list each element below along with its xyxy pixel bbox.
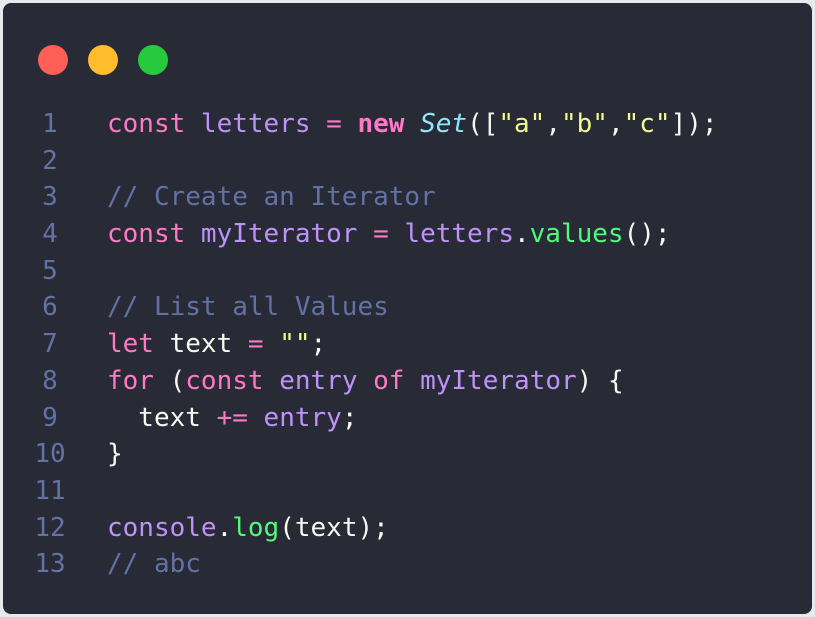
line-number: 7 bbox=[42, 329, 58, 360]
code-line: 12 console.log(text); bbox=[3, 510, 812, 547]
code-token: for bbox=[107, 365, 170, 396]
code-line: 7 let text = ""; bbox=[3, 326, 812, 363]
line-source: for (const entry of myIterator) { bbox=[107, 363, 624, 400]
maximize-dot-icon[interactable] bbox=[138, 45, 168, 75]
code-token: = bbox=[247, 329, 280, 360]
code-token: myIterator bbox=[420, 365, 577, 396]
code-line: 13 // abc bbox=[3, 546, 812, 583]
line-source: let text = ""; bbox=[107, 326, 326, 363]
code-line: 4 const myIterator = letters.values(); bbox=[3, 216, 812, 253]
code-token: "a" bbox=[498, 109, 546, 139]
code-line: 9 text += entry; bbox=[3, 400, 812, 437]
close-dot-icon[interactable] bbox=[38, 45, 68, 75]
line-source: } bbox=[107, 436, 123, 473]
code-token: += bbox=[216, 402, 264, 433]
line-number: 13 bbox=[34, 549, 66, 580]
code-token: // abc bbox=[107, 549, 201, 580]
code-token: // Create an Iterator bbox=[107, 182, 436, 213]
code-line: 5 bbox=[3, 253, 812, 290]
code-token: text bbox=[107, 402, 217, 433]
line-number: 11 bbox=[34, 475, 66, 506]
code-line: 6 // List all Values bbox=[3, 289, 812, 326]
line-number: 2 bbox=[42, 145, 58, 176]
code-token: let bbox=[107, 329, 170, 360]
code-token: ; bbox=[341, 402, 358, 433]
code-line: 10} bbox=[3, 436, 812, 473]
code-token: myIterator bbox=[200, 219, 374, 250]
code-token: . bbox=[216, 512, 233, 543]
code-token: new bbox=[357, 109, 421, 139]
code-token: const bbox=[185, 365, 280, 396]
code-token: text bbox=[169, 329, 248, 360]
line-source: const letters = new Set(["a","b","c"]); bbox=[107, 106, 718, 143]
code-block: 1 const letters = new Set(["a","b","c"]);… bbox=[3, 106, 812, 583]
code-line: 3 // Create an Iterator bbox=[3, 179, 812, 216]
code-token: (text); bbox=[279, 512, 389, 543]
code-token: entry bbox=[279, 365, 374, 396]
line-number: 1 bbox=[42, 109, 58, 139]
code-token: letters bbox=[404, 219, 514, 250]
line-number: 3 bbox=[42, 182, 58, 213]
code-token: "c" bbox=[623, 109, 671, 139]
code-token: ( bbox=[169, 365, 186, 396]
code-token: "" bbox=[279, 329, 311, 360]
line-source: text += entry; bbox=[107, 400, 357, 437]
code-token: log bbox=[232, 512, 280, 543]
code-token: ([ bbox=[467, 109, 499, 139]
line-number: 4 bbox=[42, 219, 58, 250]
line-source: const myIterator = letters.values(); bbox=[107, 216, 671, 253]
code-line: 8 for (const entry of myIterator) { bbox=[3, 363, 812, 400]
line-source: // Create an Iterator bbox=[107, 179, 436, 216]
line-source: // List all Values bbox=[107, 289, 389, 326]
code-token: (); bbox=[623, 219, 671, 250]
line-number: 6 bbox=[42, 292, 58, 323]
code-token: const bbox=[107, 219, 201, 250]
code-token: of bbox=[373, 365, 421, 396]
line-number: 9 bbox=[42, 402, 58, 433]
code-line: 11 bbox=[3, 473, 812, 510]
code-token: , bbox=[607, 109, 624, 139]
code-token: letters bbox=[200, 109, 327, 139]
code-token: , bbox=[545, 109, 561, 139]
code-token: = bbox=[373, 219, 405, 250]
code-token: = bbox=[326, 109, 358, 139]
code-token: ) { bbox=[576, 365, 624, 396]
code-token: values bbox=[529, 219, 624, 250]
code-line: 2 bbox=[3, 143, 812, 180]
code-token: const bbox=[107, 109, 201, 139]
line-number: 10 bbox=[34, 439, 66, 470]
line-source: console.log(text); bbox=[107, 510, 389, 547]
line-number: 8 bbox=[42, 365, 58, 396]
code-token: Set bbox=[420, 109, 468, 139]
line-source: // abc bbox=[107, 546, 201, 583]
code-line: 1 const letters = new Set(["a","b","c"]); bbox=[3, 106, 812, 143]
code-token: // List all Values bbox=[107, 292, 389, 323]
minimize-dot-icon[interactable] bbox=[88, 45, 118, 75]
code-window: 1 const letters = new Set(["a","b","c"]);… bbox=[3, 3, 812, 614]
code-token: entry bbox=[263, 402, 342, 433]
code-token: ; bbox=[310, 329, 327, 360]
line-number: 5 bbox=[42, 255, 58, 286]
code-token: . bbox=[514, 219, 530, 250]
code-token: console bbox=[107, 512, 217, 543]
line-number: 12 bbox=[34, 512, 66, 543]
code-token: "b" bbox=[561, 109, 608, 139]
code-token: } bbox=[107, 439, 123, 470]
code-token: ]); bbox=[670, 109, 718, 139]
